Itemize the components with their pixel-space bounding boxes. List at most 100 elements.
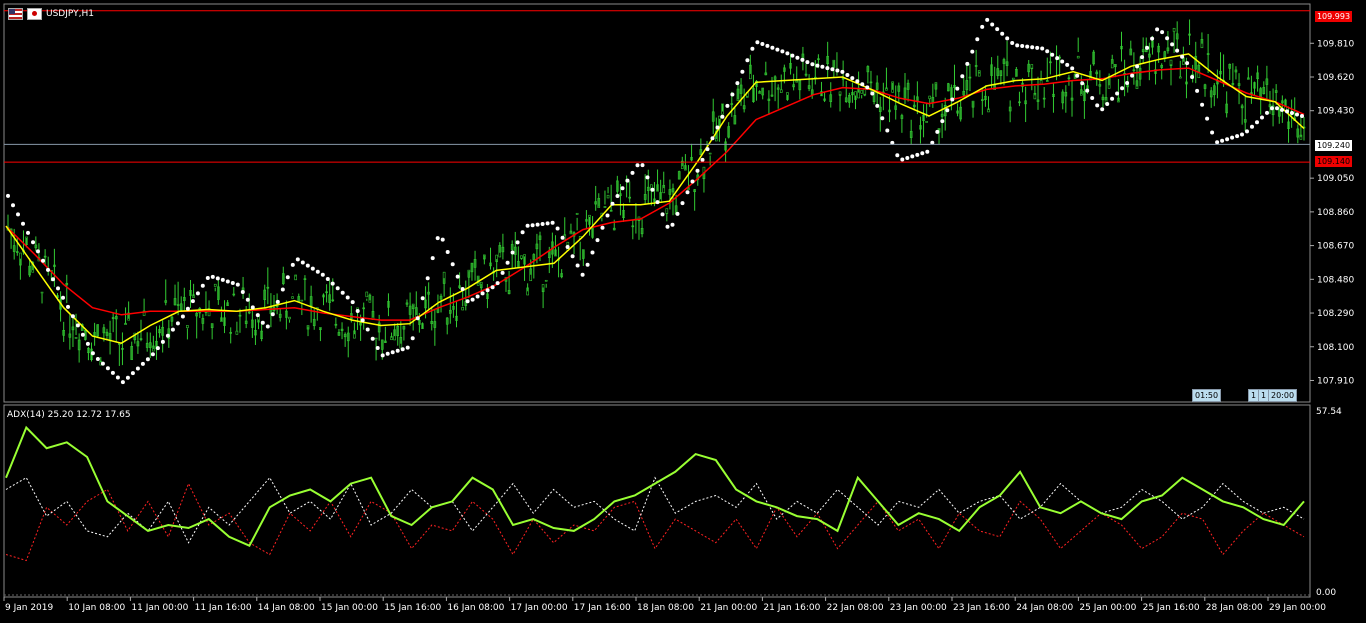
sar-dot — [795, 55, 800, 60]
sar-dot — [95, 357, 100, 361]
candle-body — [575, 212, 579, 215]
candle-body — [925, 121, 928, 123]
sar-dot — [1300, 114, 1304, 118]
sar-dot — [330, 281, 335, 286]
candle-body — [213, 283, 217, 287]
sar-dot — [640, 163, 645, 168]
sar-dot — [1285, 109, 1289, 114]
sar-dot — [115, 375, 120, 380]
sar-dot — [1005, 36, 1010, 41]
sar-dot — [270, 312, 275, 317]
candle-body — [300, 299, 304, 302]
sar-dot — [1215, 140, 1220, 145]
sar-dot — [1030, 45, 1035, 50]
sar-dot — [1155, 27, 1160, 32]
sar-dot — [370, 336, 375, 341]
sar-dot — [815, 63, 820, 68]
candle-body — [124, 322, 127, 325]
sar-dot — [695, 168, 700, 173]
sar-dot — [360, 318, 365, 323]
sar-dot — [70, 314, 75, 319]
sar-dot — [680, 201, 685, 206]
sar-dot — [260, 320, 265, 325]
sar-dot — [810, 62, 815, 67]
time-axis-label: 14 Jan 08:00 — [258, 603, 315, 613]
low-price-tag: 109.140 — [1315, 156, 1352, 167]
sar-dot — [340, 290, 345, 295]
high-price-tag: 109.993 — [1315, 11, 1352, 22]
sar-dot — [945, 108, 950, 113]
sar-dot — [725, 103, 730, 108]
sar-dot — [885, 128, 890, 133]
sar-dot — [660, 212, 665, 217]
sar-dot — [1290, 111, 1294, 115]
sar-dot — [410, 336, 415, 341]
indicator-axis-bottom: 0.00 — [1316, 588, 1336, 598]
sar-dot — [780, 49, 785, 54]
candle-body — [374, 337, 378, 340]
chart-window[interactable]: 109.810 109.620 109.430 109.050 108.860 108.6… — [0, 0, 1366, 619]
sar-dot — [925, 149, 930, 154]
sar-dot — [465, 299, 470, 304]
sar-dot — [820, 64, 825, 69]
sar-dot — [21, 221, 25, 226]
sar-dot — [405, 345, 410, 350]
sar-dot — [950, 97, 955, 102]
time-axis-label: 29 Jan 00:00 — [1269, 603, 1326, 613]
sar-dot — [1200, 102, 1205, 107]
sar-dot — [125, 375, 130, 380]
sar-dot — [940, 119, 945, 124]
period-badge-4[interactable]: 20:00 — [1268, 389, 1298, 402]
period-badge-1[interactable]: 01:50 — [1192, 389, 1222, 402]
sar-dot — [1015, 43, 1020, 48]
sar-dot — [285, 275, 290, 280]
sar-dot — [700, 157, 705, 162]
sar-dot — [490, 285, 495, 290]
adx-layer: 57.54 0.00 — [5, 407, 1342, 598]
us-flag-icon — [8, 8, 23, 20]
sar-dot — [36, 249, 40, 254]
sar-dot — [905, 156, 910, 160]
price-axis-label: 108.480 — [1317, 275, 1354, 285]
sar-dot — [315, 269, 320, 274]
candle-body — [461, 307, 464, 311]
sar-dot — [610, 201, 615, 206]
sar-dot — [785, 51, 790, 56]
sar-dot — [1190, 75, 1195, 79]
sar-dot — [750, 46, 755, 51]
price-axis-label: 108.100 — [1317, 343, 1354, 353]
sar-dot — [265, 324, 270, 329]
sar-dot — [1170, 42, 1175, 47]
sar-dot — [1105, 102, 1110, 106]
sar-dot — [170, 327, 175, 332]
sar-dot — [900, 157, 905, 162]
chart-canvas[interactable]: 109.810 109.620 109.430 109.050 108.860 108.6… — [0, 0, 1366, 619]
sar-dot — [875, 103, 880, 108]
sar-dot — [895, 153, 900, 158]
sar-dot — [1275, 106, 1279, 111]
price-axis-label: 109.620 — [1317, 73, 1354, 83]
sar-dot — [1115, 91, 1120, 96]
sar-dot — [690, 179, 695, 184]
sar-dot — [350, 300, 355, 305]
sar-dot — [1210, 130, 1215, 135]
sar-dot — [420, 296, 425, 301]
sar-dot — [375, 346, 380, 350]
sar-dot — [1010, 41, 1015, 45]
sar-dot — [1235, 134, 1240, 139]
sar-dot — [650, 187, 655, 192]
sar-dot — [1140, 55, 1145, 60]
sar-dot — [105, 366, 110, 371]
sar-dot — [135, 366, 140, 371]
candle-body — [860, 90, 863, 94]
sar-dot — [1070, 66, 1075, 71]
sar-dot — [245, 297, 250, 302]
sar-dot — [480, 291, 485, 296]
di-plus-line — [5, 476, 1305, 544]
sar-dot — [90, 351, 95, 356]
candle-body — [708, 152, 712, 155]
sar-dot — [440, 237, 445, 242]
sar-dot — [955, 86, 960, 91]
sar-dot — [755, 40, 760, 45]
sar-dot — [560, 235, 565, 240]
